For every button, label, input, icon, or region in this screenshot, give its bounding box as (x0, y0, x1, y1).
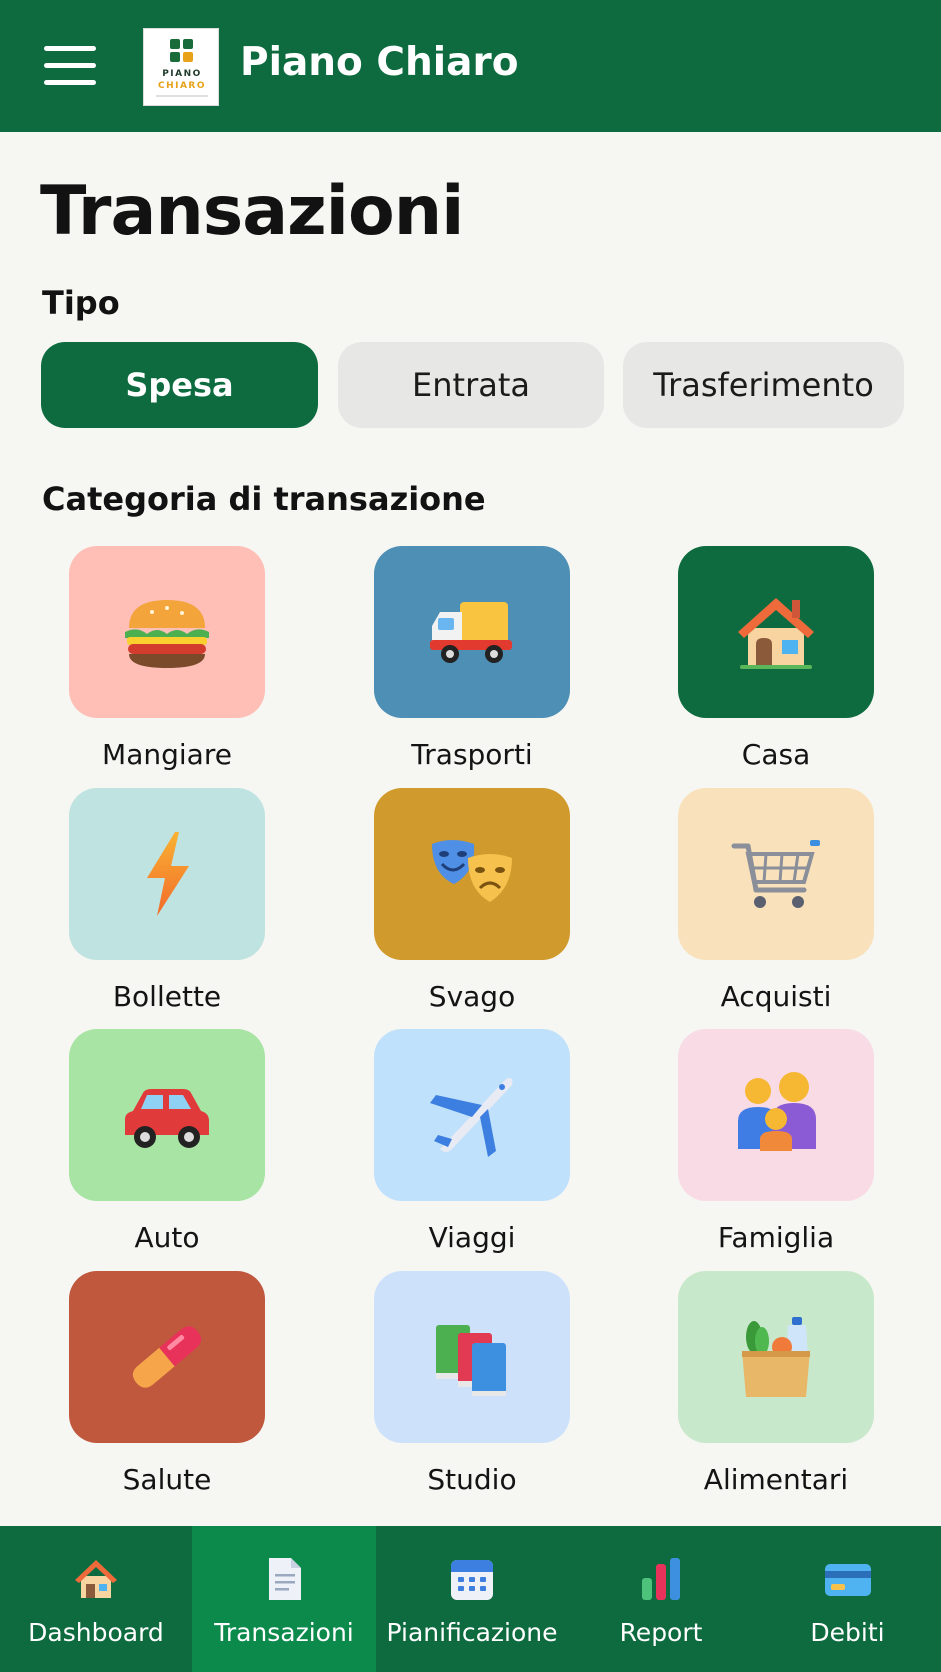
truck-icon (430, 602, 512, 663)
nav-label: Pianificazione (386, 1618, 558, 1647)
category-label: Viaggi (428, 1221, 516, 1254)
type-section-label: Tipo (42, 284, 120, 322)
books-icon (436, 1325, 506, 1396)
app-logo: PIANO CHIARO (143, 28, 219, 106)
category-label: Svago (428, 980, 516, 1013)
category-label: Trasporti (411, 738, 533, 771)
calendar-icon (451, 1560, 493, 1600)
category-label: Alimentari (703, 1463, 849, 1496)
category-label: Studio (427, 1463, 517, 1496)
category-label: Auto (134, 1221, 200, 1254)
type-button-spesa[interactable]: Spesa (41, 342, 318, 428)
nav-dashboard[interactable]: Dashboard (0, 1526, 192, 1672)
category-tile[interactable] (69, 1029, 265, 1201)
logo-text-chiaro: CHIARO (157, 81, 207, 91)
pill-icon (132, 1326, 202, 1388)
category-tile[interactable] (69, 788, 265, 960)
category-tile[interactable] (678, 788, 874, 960)
category-tile[interactable] (69, 1271, 265, 1443)
family-icon (738, 1072, 816, 1151)
page-title: Transazioni (40, 172, 464, 251)
nav-label: Report (619, 1618, 703, 1647)
grocery-bag-icon (742, 1317, 810, 1397)
category-label: Mangiare (102, 738, 232, 771)
top-app-bar: PIANO CHIARO Piano Chiaro (0, 0, 941, 132)
category-tile[interactable] (374, 1029, 570, 1201)
nav-report[interactable]: Report (568, 1526, 754, 1672)
category-label: Bollette (112, 980, 222, 1013)
bottom-navigation: Dashboard Transazioni Pianificazione Rep… (0, 1526, 941, 1672)
type-button-entrata[interactable]: Entrata (338, 342, 604, 428)
document-icon (269, 1558, 301, 1600)
nav-pianificazione[interactable]: Pianificazione (376, 1526, 568, 1672)
category-label: Salute (122, 1463, 212, 1496)
app-title: Piano Chiaro (240, 40, 519, 85)
lightning-icon (147, 832, 189, 916)
credit-card-icon (824, 1564, 871, 1596)
nav-label: Dashboard (28, 1618, 164, 1647)
category-tile[interactable] (69, 546, 265, 718)
airplane-icon (430, 1077, 513, 1157)
category-label: Famiglia (717, 1221, 835, 1254)
type-button-trasferimento[interactable]: Trasferimento (623, 342, 904, 428)
theater-masks-icon (432, 840, 512, 902)
nav-debiti[interactable]: Debiti (754, 1526, 941, 1672)
nav-label: Transazioni (214, 1618, 354, 1647)
logo-text-piano: PIANO (162, 69, 202, 79)
category-label: Casa (741, 738, 811, 771)
car-icon (125, 1089, 209, 1148)
category-label: Acquisti (720, 980, 832, 1013)
bar-chart-icon (642, 1558, 680, 1600)
hamburger-icon[interactable] (44, 46, 96, 86)
nav-transazioni[interactable]: Transazioni (192, 1526, 376, 1672)
category-section-label: Categoria di transazione (42, 480, 486, 518)
category-tile[interactable] (374, 546, 570, 718)
shopping-cart-icon (731, 840, 820, 908)
category-tile[interactable] (678, 1271, 874, 1443)
nav-label: Debiti (810, 1618, 885, 1647)
category-tile[interactable] (678, 546, 874, 718)
category-tile[interactable] (374, 788, 570, 960)
category-tile[interactable] (678, 1029, 874, 1201)
app-screen: PIANO CHIARO Piano Chiaro Transazioni Ti… (0, 0, 941, 1672)
burger-icon (125, 600, 209, 668)
category-tile[interactable] (374, 1271, 570, 1443)
house-icon (738, 598, 814, 669)
house-icon (75, 1560, 117, 1598)
